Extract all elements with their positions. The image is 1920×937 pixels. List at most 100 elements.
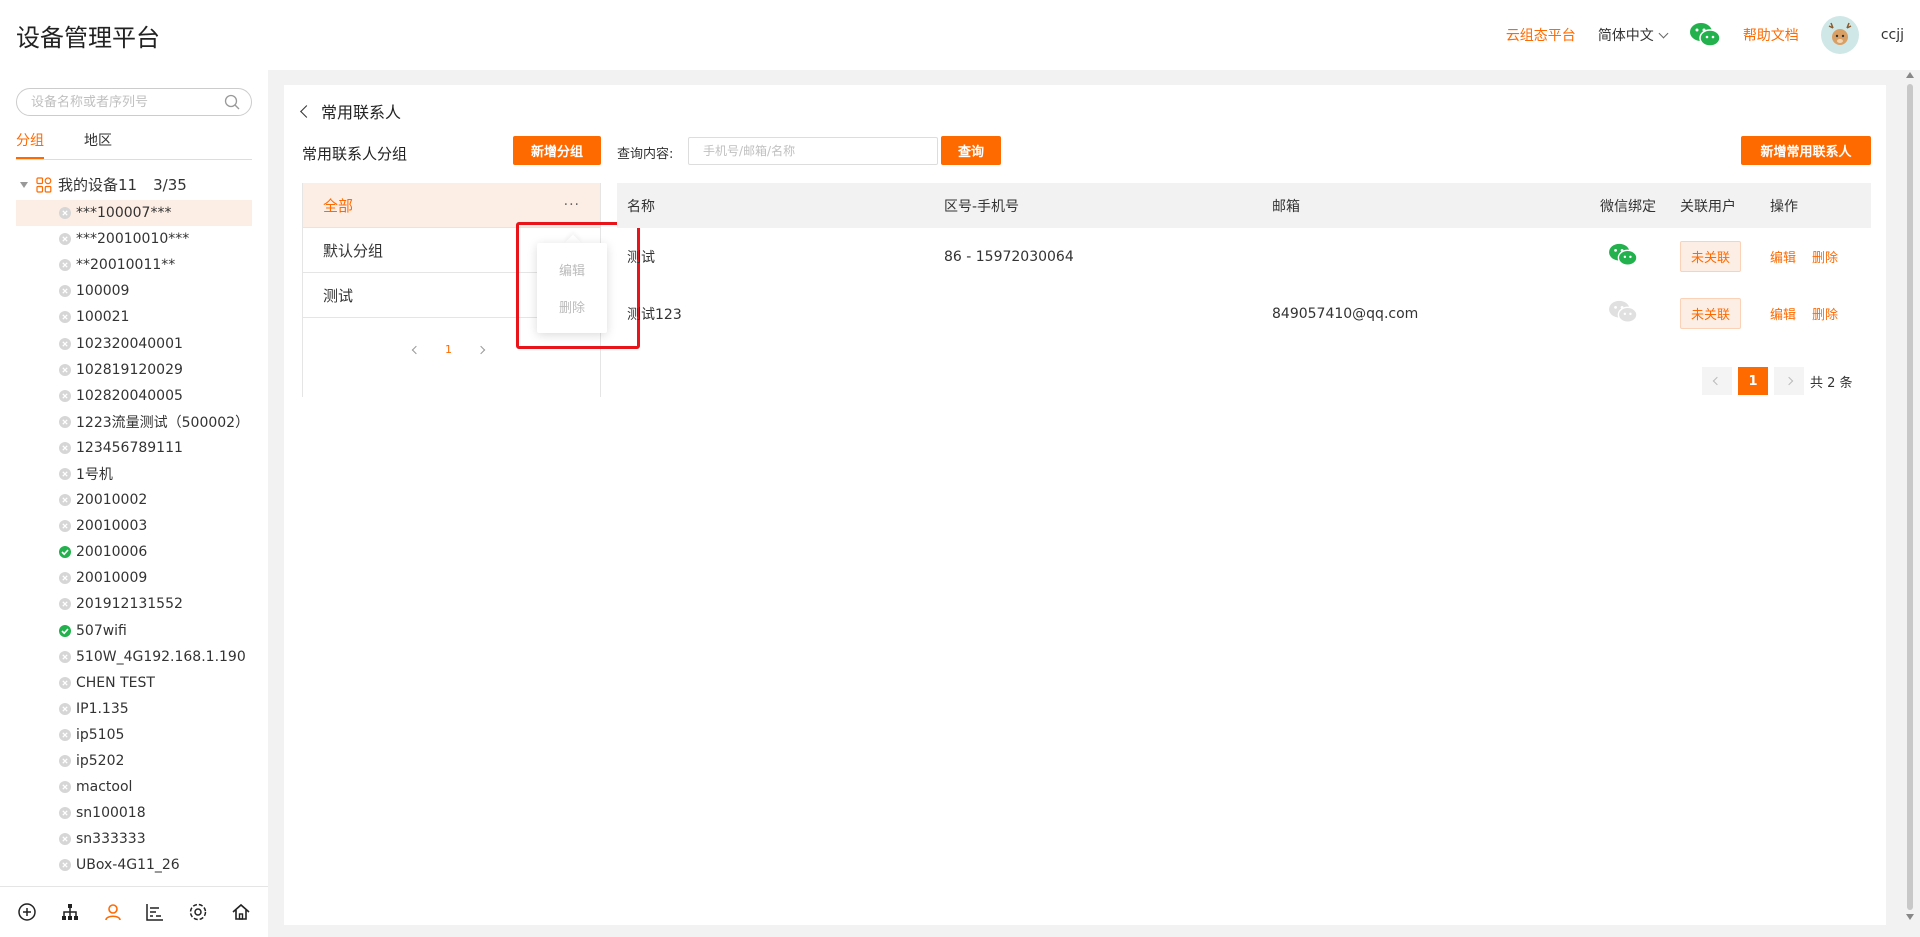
next-page-icon[interactable] <box>476 345 486 354</box>
app-title: 设备管理平台 <box>16 23 160 52</box>
device-item[interactable]: CHEN TEST <box>16 670 252 696</box>
offline-x-icon <box>59 728 71 741</box>
device-item[interactable]: 100021 <box>16 304 252 330</box>
delete-link[interactable]: 删除 <box>1812 304 1838 323</box>
edit-link[interactable]: 编辑 <box>1770 247 1796 266</box>
next-page-button[interactable] <box>1774 367 1804 395</box>
device-item[interactable]: 123456789111 <box>16 435 252 461</box>
wechat-icon[interactable] <box>1689 21 1721 49</box>
device-item[interactable]: IP1.135 <box>16 696 252 722</box>
prev-page-button[interactable] <box>1702 367 1732 395</box>
cell-phone: 86 - 15972030064 <box>944 248 1074 265</box>
popover-delete[interactable]: 删除 <box>559 297 585 316</box>
username[interactable]: ccjj <box>1881 27 1904 43</box>
device-label: sn333333 <box>76 831 146 848</box>
current-page-button[interactable]: 1 <box>1738 367 1768 395</box>
device-label: 123456789111 <box>76 439 183 456</box>
device-item[interactable]: ***100007*** <box>16 200 252 227</box>
help-docs-link[interactable]: 帮助文档 <box>1743 25 1799 45</box>
device-item[interactable]: 100009 <box>16 278 252 304</box>
offline-x-icon <box>59 363 71 376</box>
prev-page-icon[interactable] <box>411 345 421 354</box>
scroll-down-arrow[interactable] <box>1906 914 1914 920</box>
device-label: 201912131552 <box>76 596 183 613</box>
group-icon <box>36 176 52 193</box>
scroll-thumb[interactable] <box>1907 84 1913 910</box>
more-icon[interactable]: ··· <box>564 197 580 213</box>
device-item[interactable]: 1号机 <box>16 461 252 487</box>
org-chart-icon[interactable] <box>60 902 80 922</box>
device-search-input[interactable] <box>16 88 252 116</box>
group-item-all[interactable]: 全部 ··· <box>303 183 600 228</box>
device-label: 20010003 <box>76 518 148 535</box>
device-item[interactable]: ip5202 <box>16 748 252 774</box>
offline-x-icon <box>59 311 71 324</box>
device-item[interactable]: ip5105 <box>16 722 252 748</box>
language-select[interactable]: 简体中文 <box>1598 25 1669 45</box>
page-scrollbar[interactable] <box>1904 72 1916 922</box>
cloud-platform-link[interactable]: 云组态平台 <box>1506 25 1576 45</box>
avatar[interactable] <box>1820 16 1859 54</box>
device-item[interactable]: 201912131552 <box>16 591 252 617</box>
col-wechat: 微信绑定 <box>1600 198 1656 215</box>
offline-x-icon <box>59 467 71 480</box>
device-item[interactable]: 20010006 <box>16 539 252 565</box>
device-item[interactable]: 102819120029 <box>16 357 252 383</box>
device-label: ip5202 <box>76 753 125 770</box>
device-item[interactable]: sn100018 <box>16 800 252 826</box>
offline-x-icon <box>59 494 71 507</box>
sidebar-tabs: 分组 地区 <box>16 130 252 160</box>
caret-down-icon[interactable] <box>20 181 28 188</box>
edit-link[interactable]: 编辑 <box>1770 304 1796 323</box>
offline-x-icon <box>59 259 71 272</box>
home-icon[interactable] <box>231 902 251 922</box>
popover-edit[interactable]: 编辑 <box>559 260 585 279</box>
device-item[interactable]: 102320040001 <box>16 330 252 356</box>
unlinked-tag: 未关联 <box>1680 298 1742 329</box>
device-item[interactable]: 20010009 <box>16 565 252 591</box>
search-icon[interactable] <box>224 94 240 110</box>
scroll-up-arrow[interactable] <box>1906 72 1914 78</box>
chevron-right-icon <box>1784 376 1794 386</box>
device-label: IP1.135 <box>76 700 129 717</box>
add-circle-icon[interactable] <box>17 902 37 922</box>
header-actions: 云组态平台 简体中文 帮助文档 ccjj <box>1506 16 1904 54</box>
device-item[interactable]: mactool <box>16 774 252 800</box>
chevron-down-icon <box>1658 28 1669 38</box>
device-item[interactable]: sn333333 <box>16 826 252 852</box>
chevron-left-icon <box>1712 376 1722 386</box>
device-item[interactable]: **20010011** <box>16 252 252 278</box>
tab-group[interactable]: 分组 <box>16 130 44 159</box>
settings-icon[interactable] <box>188 902 208 922</box>
add-group-button[interactable]: 新增分组 <box>513 136 601 165</box>
device-label: 507wifi <box>76 622 127 639</box>
device-item[interactable]: 1223流量测试（500002） <box>16 409 252 435</box>
group-page-number[interactable]: 1 <box>445 343 452 356</box>
tab-region[interactable]: 地区 <box>84 130 112 159</box>
sidebar-bottom-nav <box>0 886 268 937</box>
tree-root[interactable]: 我的设备11 3/35 <box>20 174 187 195</box>
back-button[interactable]: 常用联系人 <box>300 99 401 123</box>
chart-icon[interactable] <box>145 902 165 922</box>
device-list: ***100007*** ***20010010*** **20010011** 10… <box>16 200 252 878</box>
cell-name: 测试 <box>627 249 655 266</box>
delete-link[interactable]: 删除 <box>1812 247 1838 266</box>
offline-x-icon <box>59 207 71 220</box>
user-icon[interactable] <box>103 902 123 922</box>
device-item[interactable]: 102820040005 <box>16 383 252 409</box>
offline-x-icon <box>59 702 71 715</box>
device-item[interactable]: 20010002 <box>16 487 252 513</box>
col-name: 名称 <box>627 198 655 215</box>
tree-root-count: 3/35 <box>153 175 187 194</box>
offline-x-icon <box>59 572 71 585</box>
query-button[interactable]: 查询 <box>941 136 1001 165</box>
query-input[interactable] <box>688 137 938 165</box>
device-item[interactable]: UBox-4G11_26 <box>16 852 252 878</box>
device-item[interactable]: 507wifi <box>16 618 252 644</box>
device-item[interactable]: ***20010010*** <box>16 226 252 252</box>
device-label: **20010011** <box>76 257 176 274</box>
add-contact-button[interactable]: 新增常用联系人 <box>1741 136 1871 165</box>
wechat-unbound-icon <box>1609 300 1638 323</box>
device-item[interactable]: 20010003 <box>16 513 252 539</box>
device-item[interactable]: 510W_4G192.168.1.190 <box>16 644 252 670</box>
